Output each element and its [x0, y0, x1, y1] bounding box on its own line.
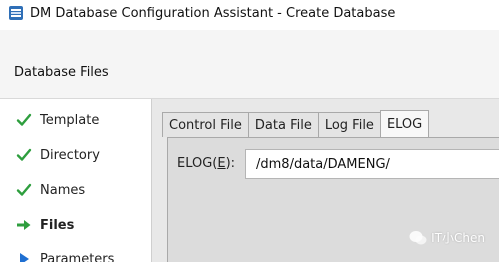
mnemonic-letter: E: [217, 156, 226, 171]
tab-log-file[interactable]: Log File: [317, 112, 381, 137]
sidebar-step-label: Files: [40, 217, 75, 233]
file-tabs: Control File Data File Log File ELOG: [162, 110, 430, 137]
sidebar-step-template[interactable]: Template: [16, 110, 99, 130]
page-title: Database Files: [14, 65, 109, 80]
sidebar-step-label: Template: [40, 112, 100, 128]
window-title: DM Database Configuration Assistant - Cr…: [30, 6, 396, 21]
tab-control-file[interactable]: Control File: [162, 112, 249, 137]
sidebar-step-label: Directory: [40, 147, 100, 163]
sidebar-step-files[interactable]: Files: [16, 215, 74, 235]
arrow-right-icon: [17, 220, 31, 230]
tab-elog[interactable]: ELOG: [379, 110, 430, 137]
wizard-header: Database Files: [0, 30, 499, 99]
wizard-steps-sidebar: Template Directory Names Files Parameter…: [0, 99, 152, 262]
sidebar-step-label: Parameters: [40, 251, 115, 262]
title-bar: DM Database Configuration Assistant - Cr…: [0, 0, 499, 30]
sidebar-step-parameters[interactable]: Parameters: [16, 249, 114, 262]
wechat-icon: [409, 230, 427, 244]
sidebar-step-names[interactable]: Names: [16, 180, 85, 200]
sidebar-step-directory[interactable]: Directory: [16, 145, 100, 165]
watermark: IT小Chen: [409, 229, 485, 246]
dm-app-icon: [9, 6, 23, 20]
triangle-right-icon: [20, 253, 29, 262]
dbca-window: DM Database Configuration Assistant - Cr…: [0, 0, 499, 262]
check-icon: [16, 148, 32, 161]
watermark-text: IT小Chen: [431, 231, 485, 245]
elog-field-label: ELOG(E):: [177, 156, 236, 171]
sidebar-step-label: Names: [40, 182, 86, 198]
check-icon: [16, 113, 32, 126]
check-icon: [16, 183, 32, 196]
elog-path-input[interactable]: [245, 149, 499, 179]
tab-data-file[interactable]: Data File: [247, 112, 319, 137]
